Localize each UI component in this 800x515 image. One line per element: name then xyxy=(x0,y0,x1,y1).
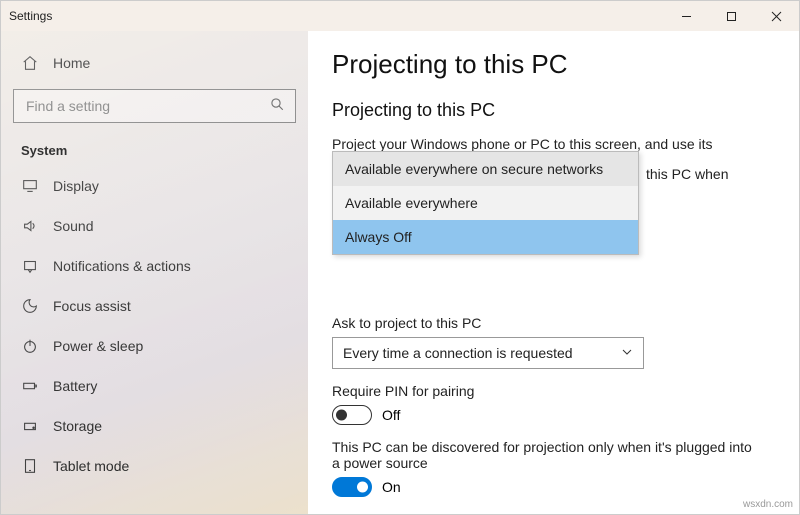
storage-icon xyxy=(21,417,39,435)
close-button[interactable] xyxy=(754,1,799,31)
window-title: Settings xyxy=(9,9,52,23)
toggle-knob xyxy=(357,481,368,492)
sidebar-home[interactable]: Home xyxy=(13,43,296,83)
pin-label: Require PIN for pairing xyxy=(332,383,775,399)
power-icon xyxy=(21,337,39,355)
settings-window: Settings Home xyxy=(0,0,800,515)
window-body: Home System Display Sound Notifications … xyxy=(1,31,799,514)
watermark: wsxdn.com xyxy=(743,499,793,510)
sidebar-item-notifications[interactable]: Notifications & actions xyxy=(13,246,296,286)
sound-icon xyxy=(21,217,39,235)
search-icon xyxy=(270,97,285,115)
sidebar-item-label: Tablet mode xyxy=(53,458,129,474)
sidebar-item-tablet-mode[interactable]: Tablet mode xyxy=(13,446,296,486)
section-title: Projecting to this PC xyxy=(332,100,775,121)
sidebar-item-label: Focus assist xyxy=(53,298,131,314)
main-content: Projecting to this PC Projecting to this… xyxy=(308,31,799,514)
discover-label: This PC can be discovered for projection… xyxy=(332,439,762,471)
ask-dropdown-value: Every time a connection is requested xyxy=(343,345,573,361)
home-icon xyxy=(21,54,39,72)
ask-dropdown[interactable]: Every time a connection is requested xyxy=(332,337,644,369)
display-icon xyxy=(21,177,39,195)
pin-toggle-state: Off xyxy=(382,407,400,423)
toggle-knob xyxy=(336,409,347,420)
window-controls xyxy=(664,1,799,31)
availability-option-everywhere[interactable]: Available everywhere xyxy=(333,186,638,220)
maximize-button[interactable] xyxy=(709,1,754,31)
page-title: Projecting to this PC xyxy=(332,49,775,80)
availability-option-secure[interactable]: Available everywhere on secure networks xyxy=(333,152,638,186)
sidebar-item-label: Sound xyxy=(53,218,93,234)
search-box[interactable] xyxy=(13,89,296,123)
chevron-down-icon xyxy=(621,345,633,361)
focus-assist-icon xyxy=(21,297,39,315)
ask-label: Ask to project to this PC xyxy=(332,315,775,331)
sidebar-item-storage[interactable]: Storage xyxy=(13,406,296,446)
minimize-button[interactable] xyxy=(664,1,709,31)
sidebar-item-power-sleep[interactable]: Power & sleep xyxy=(13,326,296,366)
discover-toggle-row: On xyxy=(332,477,775,497)
obscured-text-fragment: this PC when xyxy=(646,166,728,182)
availability-option-off[interactable]: Always Off xyxy=(333,220,638,254)
titlebar: Settings xyxy=(1,1,799,31)
pin-toggle[interactable] xyxy=(332,405,372,425)
sidebar-item-focus-assist[interactable]: Focus assist xyxy=(13,286,296,326)
discover-toggle-state: On xyxy=(382,479,401,495)
sidebar: Home System Display Sound Notifications … xyxy=(1,31,308,514)
sidebar-item-battery[interactable]: Battery xyxy=(13,366,296,406)
sidebar-home-label: Home xyxy=(53,55,90,71)
battery-icon xyxy=(21,377,39,395)
availability-dropdown-list[interactable]: Available everywhere on secure networks … xyxy=(332,151,639,255)
sidebar-category: System xyxy=(13,137,296,166)
sidebar-item-sound[interactable]: Sound xyxy=(13,206,296,246)
discover-toggle[interactable] xyxy=(332,477,372,497)
sidebar-item-label: Power & sleep xyxy=(53,338,143,354)
sidebar-item-label: Battery xyxy=(53,378,97,394)
notifications-icon xyxy=(21,257,39,275)
search-input[interactable] xyxy=(24,97,270,115)
pin-toggle-row: Off xyxy=(332,405,775,425)
sidebar-item-display[interactable]: Display xyxy=(13,166,296,206)
tablet-icon xyxy=(21,457,39,475)
sidebar-item-label: Storage xyxy=(53,418,102,434)
sidebar-item-label: Display xyxy=(53,178,99,194)
sidebar-item-label: Notifications & actions xyxy=(53,258,191,274)
